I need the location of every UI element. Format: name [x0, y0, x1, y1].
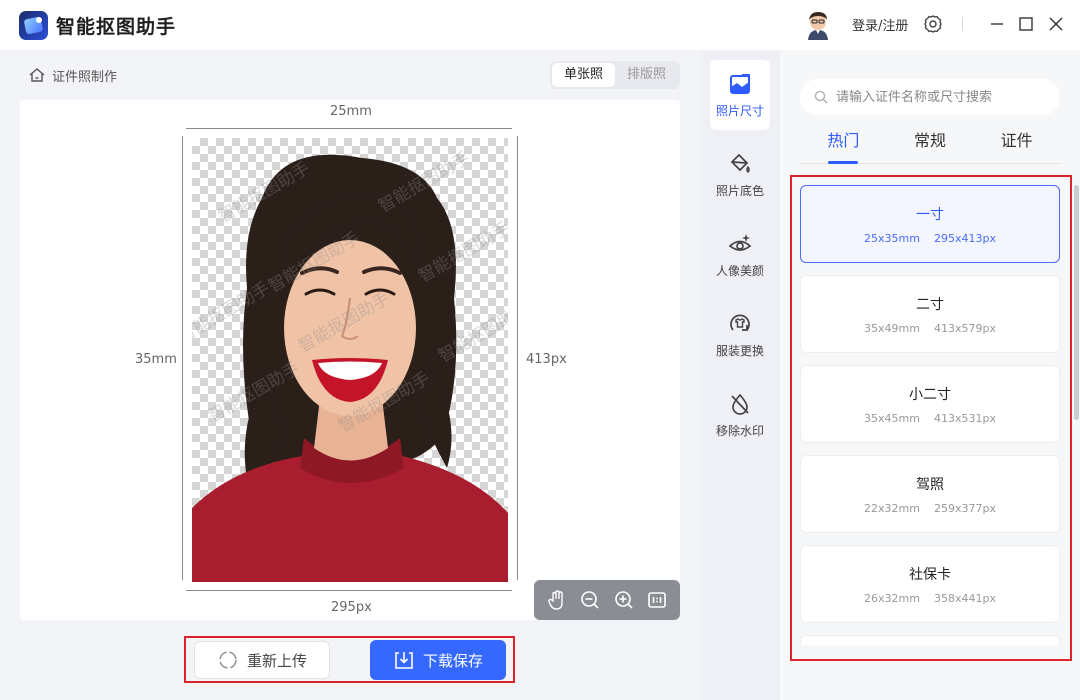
size-category-tabs: 热门 常规 证件 [800, 128, 1060, 164]
size-card-small-2-inch[interactable]: 小二寸 35x45mm 413x531px [800, 365, 1060, 443]
zoom-out-icon[interactable] [578, 588, 602, 612]
maximize-icon[interactable] [1015, 13, 1037, 35]
reupload-button[interactable]: 重新上传 [194, 641, 330, 679]
app-title: 智能抠图助手 [56, 16, 177, 38]
size-name: 小二寸 [909, 387, 951, 403]
drop-remove-icon [731, 393, 749, 415]
size-list: 一寸 25x35mm 295x413px 二寸 35x49mm 413x579px … [800, 185, 1060, 645]
login-register-link[interactable]: 登录/注册 [852, 15, 908, 34]
right-dimension-line [517, 136, 518, 580]
minimize-icon[interactable] [986, 13, 1008, 35]
zoom-in-icon[interactable] [612, 588, 636, 612]
tool-photo-background[interactable]: 照片底色 [710, 140, 770, 210]
tab-hot[interactable]: 热门 [800, 128, 887, 164]
actual-size-icon[interactable] [645, 588, 669, 612]
tool-label: 照片底色 [715, 183, 764, 198]
mode-layout-photo[interactable]: 排版照 [615, 63, 678, 87]
tool-label: 照片尺寸 [715, 103, 764, 118]
eye-sparkle-icon [728, 233, 752, 251]
zoom-toolbar [534, 580, 680, 620]
size-panel: 热门 常规 证件 一寸 25x35mm295x413px 二寸 35x49mm4… [780, 50, 1080, 700]
size-list-scrollbar[interactable] [1074, 185, 1079, 420]
shirt-swap-icon [730, 314, 750, 331]
tool-strip: 照片尺寸 照片底色 人像美颜 服装更换 移除水印 [700, 50, 780, 700]
title-bar: 智能抠图助手 登录/注册 [0, 0, 1080, 50]
download-save-button[interactable]: 下载保存 [370, 640, 506, 680]
size-dimensions: 35x45mm 413x531px [864, 412, 996, 425]
download-save-label: 下载保存 [422, 651, 483, 670]
size-search-input[interactable] [836, 89, 1036, 105]
refresh-icon [219, 651, 237, 669]
paint-bucket-icon [730, 153, 750, 173]
size-card-driver-license[interactable]: 驾照 22x32mm 259x377px [800, 455, 1060, 533]
tab-regular[interactable]: 常规 [887, 128, 974, 163]
tool-remove-watermark[interactable]: 移除水印 [710, 380, 770, 450]
size-card-1-inch[interactable]: 一寸 25x35mm 295x413px [800, 185, 1060, 263]
close-icon[interactable] [1045, 13, 1067, 35]
tab-certificate[interactable]: 证件 [973, 128, 1060, 163]
breadcrumb-label: 证件照制作 [52, 69, 118, 85]
titlebar-separator [962, 17, 963, 31]
hand-pan-icon[interactable] [545, 588, 569, 612]
tool-label: 人像美颜 [715, 263, 764, 278]
tool-photo-size[interactable]: 照片尺寸 [710, 60, 770, 130]
download-icon [395, 652, 413, 669]
size-name: 二寸 [916, 297, 944, 313]
size-card-next[interactable] [800, 635, 1060, 645]
size-name: 驾照 [916, 477, 944, 493]
bottom-dimension-line [186, 590, 512, 591]
reupload-label: 重新上传 [246, 651, 307, 670]
search-icon [814, 90, 828, 104]
tool-portrait-beauty[interactable]: 人像美颜 [710, 220, 770, 290]
tool-label: 服装更换 [715, 343, 764, 358]
size-dimensions: 25x35mm 295x413px [864, 232, 996, 245]
breadcrumb[interactable]: 证件照制作 [28, 66, 118, 85]
photo-size-icon [730, 73, 750, 94]
tool-label: 移除水印 [715, 423, 764, 438]
settings-gear-icon[interactable] [922, 13, 944, 35]
width-mm-label: 25mm [330, 104, 372, 119]
height-px-label: 413px [526, 352, 567, 367]
size-card-2-inch[interactable]: 二寸 35x49mm 413x579px [800, 275, 1060, 353]
tool-clothing-swap[interactable]: 服装更换 [710, 300, 770, 370]
top-dimension-line [186, 128, 512, 129]
size-card-social-security[interactable]: 社保卡 26x32mm 358x441px [800, 545, 1060, 623]
height-mm-label: 35mm [135, 352, 177, 367]
size-dimensions: 26x32mm 358x441px [864, 592, 996, 605]
mode-single-photo[interactable]: 单张照 [552, 63, 615, 87]
size-name: 一寸 [916, 207, 944, 223]
photo-mode-toggle: 单张照 排版照 [550, 61, 680, 89]
size-dimensions: 22x32mm 259x377px [864, 502, 996, 515]
size-name: 社保卡 [909, 567, 951, 583]
size-dimensions: 35x49mm 413x579px [864, 322, 996, 335]
width-px-label: 295px [331, 600, 372, 615]
user-avatar[interactable] [804, 10, 832, 40]
left-dimension-line [182, 136, 183, 580]
size-search-box[interactable] [800, 79, 1060, 115]
home-icon [29, 68, 45, 82]
portrait-photo[interactable]: 智能抠图助手 智能抠图助手 智能抠图助手 智能抠图助手 智能抠图助手 智能抠图助… [192, 138, 508, 582]
photo-canvas: 25mm 35mm 413px 295px 智能抠图助手 智能抠图助手 智能抠图… [20, 100, 680, 620]
app-logo-icon [19, 11, 48, 40]
